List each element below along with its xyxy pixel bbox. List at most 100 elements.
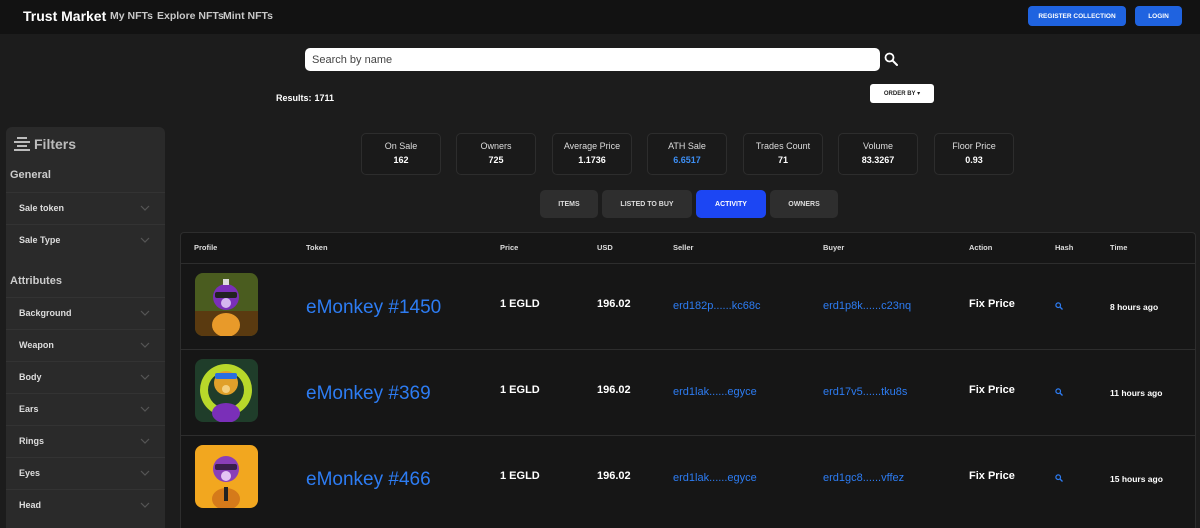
results-label: Results: bbox=[276, 93, 312, 103]
stat-label: Floor Price bbox=[952, 141, 996, 151]
tab-activity[interactable]: ACTIVITY bbox=[696, 190, 766, 218]
search-icon[interactable] bbox=[884, 52, 898, 66]
seller-link[interactable]: erd182p......kc68c bbox=[673, 300, 760, 312]
stat-on-sale: On Sale 162 bbox=[361, 133, 441, 175]
stat-volume: Volume 83.3267 bbox=[838, 133, 918, 175]
filter-body[interactable]: Body bbox=[6, 361, 165, 393]
stat-label: On Sale bbox=[384, 141, 418, 151]
buyer-link[interactable]: erd17v5......tku8s bbox=[823, 386, 907, 398]
filter-label: Body bbox=[19, 372, 42, 382]
col-profile: Profile bbox=[194, 243, 218, 252]
results-value: 1711 bbox=[314, 93, 335, 103]
table-row: eMonkey #466 1 EGLD 196.02 erd1lak......… bbox=[181, 435, 1195, 521]
chevron-down-icon bbox=[140, 502, 150, 508]
filter-weapon[interactable]: Weapon bbox=[6, 329, 165, 361]
table-row: eMonkey #369 1 EGLD 196.02 erd1lak......… bbox=[181, 349, 1195, 435]
section-attributes: Attributes bbox=[10, 275, 62, 287]
col-hash: Hash bbox=[1055, 243, 1074, 252]
login-button[interactable]: LOGIN bbox=[1135, 6, 1182, 26]
register-collection-button[interactable]: REGISTER COLLECTION bbox=[1028, 6, 1126, 26]
search-input[interactable] bbox=[305, 48, 880, 71]
stat-value[interactable]: 6.6517 bbox=[648, 155, 726, 165]
stat-label: Average Price bbox=[563, 141, 621, 151]
seller-link[interactable]: erd1lak......egyce bbox=[673, 386, 757, 398]
price-cell: 1 EGLD bbox=[500, 470, 540, 482]
filter-sale-token[interactable]: Sale token bbox=[6, 192, 165, 224]
brand-logo[interactable]: Trust Market bbox=[23, 8, 106, 24]
filter-label: Sale Type bbox=[19, 235, 61, 245]
time-cell: 11 hours ago bbox=[1110, 388, 1163, 398]
token-link[interactable]: eMonkey #1450 bbox=[306, 297, 441, 319]
order-by-dropdown[interactable]: ORDER BY ▾ bbox=[870, 84, 934, 103]
usd-cell: 196.02 bbox=[597, 470, 631, 482]
price-cell: 1 EGLD bbox=[500, 298, 540, 310]
stat-label: Volume bbox=[862, 141, 894, 151]
filter-label: Ears bbox=[19, 404, 39, 414]
time-cell: 8 hours ago bbox=[1110, 302, 1159, 312]
stat-ath-sale: ATH Sale 6.6517 bbox=[647, 133, 727, 175]
col-seller: Seller bbox=[673, 243, 694, 252]
filters-sidebar: Filters General Sale token Sale Type Att… bbox=[6, 127, 165, 528]
usd-cell: 196.02 bbox=[597, 298, 631, 310]
stat-trades-count: Trades Count 71 bbox=[743, 133, 823, 175]
search-icon[interactable] bbox=[1055, 302, 1063, 310]
filter-label: Sale token bbox=[19, 203, 65, 213]
token-link[interactable]: eMonkey #466 bbox=[306, 469, 431, 491]
chevron-down-icon bbox=[140, 342, 150, 348]
nav-mint-nfts[interactable]: Mint NFTs bbox=[223, 10, 273, 22]
top-navbar: Trust Market My NFTs Explore NFTs Mint N… bbox=[0, 0, 1200, 34]
action-cell: Fix Price bbox=[969, 298, 1015, 310]
filter-label: Rings bbox=[19, 436, 45, 446]
chevron-down-icon bbox=[140, 470, 150, 476]
time-cell: 15 hours ago bbox=[1110, 474, 1163, 484]
filter-label: Background bbox=[19, 308, 72, 318]
filter-label: Eyes bbox=[19, 468, 41, 478]
stat-value: 162 bbox=[393, 155, 409, 165]
col-buyer: Buyer bbox=[823, 243, 845, 252]
price-cell: 1 EGLD bbox=[500, 384, 540, 396]
stat-value: 83.3267 bbox=[861, 155, 895, 165]
buyer-link[interactable]: erd1p8k......c23nq bbox=[823, 300, 911, 312]
section-general: General bbox=[10, 169, 51, 181]
action-cell: Fix Price bbox=[969, 470, 1015, 482]
stat-owners: Owners 725 bbox=[456, 133, 536, 175]
stat-label: Owners bbox=[480, 141, 512, 151]
seller-link[interactable]: erd1lak......egyce bbox=[673, 472, 757, 484]
token-link[interactable]: eMonkey #369 bbox=[306, 383, 431, 405]
stat-average-price: Average Price 1.1736 bbox=[552, 133, 632, 175]
filter-label: Weapon bbox=[19, 340, 54, 350]
filter-sale-type[interactable]: Sale Type bbox=[6, 224, 165, 256]
nft-avatar[interactable] bbox=[195, 273, 258, 336]
tab-owners[interactable]: OWNERS bbox=[770, 190, 838, 218]
filter-ears[interactable]: Ears bbox=[6, 393, 165, 425]
tab-items[interactable]: ITEMS bbox=[540, 190, 598, 218]
search-icon[interactable] bbox=[1055, 388, 1063, 396]
col-token: Token bbox=[306, 243, 328, 252]
search-icon[interactable] bbox=[1055, 474, 1063, 482]
col-action: Action bbox=[969, 243, 993, 252]
nft-avatar[interactable] bbox=[195, 359, 258, 422]
results-count: Results: 1711 bbox=[276, 93, 334, 103]
filter-eyes[interactable]: Eyes bbox=[6, 457, 165, 489]
stat-value: 71 bbox=[777, 155, 788, 165]
tab-listed-to-buy[interactable]: LISTED TO BUY bbox=[602, 190, 692, 218]
filter-rings[interactable]: Rings bbox=[6, 425, 165, 457]
filters-header[interactable]: Filters bbox=[14, 136, 76, 152]
filter-lines-icon bbox=[14, 137, 30, 151]
filter-label: Head bbox=[19, 500, 42, 510]
table-row: eMonkey #1450 1 EGLD 196.02 erd182p.....… bbox=[181, 263, 1195, 349]
usd-cell: 196.02 bbox=[597, 384, 631, 396]
stat-label: Trades Count bbox=[755, 141, 811, 151]
filter-head[interactable]: Head bbox=[6, 489, 165, 521]
nft-avatar[interactable] bbox=[195, 445, 258, 508]
chevron-down-icon bbox=[140, 406, 150, 412]
filter-background[interactable]: Background bbox=[6, 297, 165, 329]
nav-explore-nfts[interactable]: Explore NFTs bbox=[157, 10, 224, 22]
col-usd: USD bbox=[597, 243, 613, 252]
nav-my-nfts[interactable]: My NFTs bbox=[110, 10, 153, 22]
chevron-down-icon bbox=[140, 237, 150, 243]
stat-value: 0.93 bbox=[965, 155, 983, 165]
buyer-link[interactable]: erd1gc8......vffez bbox=[823, 472, 904, 484]
filters-title: Filters bbox=[34, 136, 77, 152]
stat-value: 1.1736 bbox=[578, 155, 606, 165]
